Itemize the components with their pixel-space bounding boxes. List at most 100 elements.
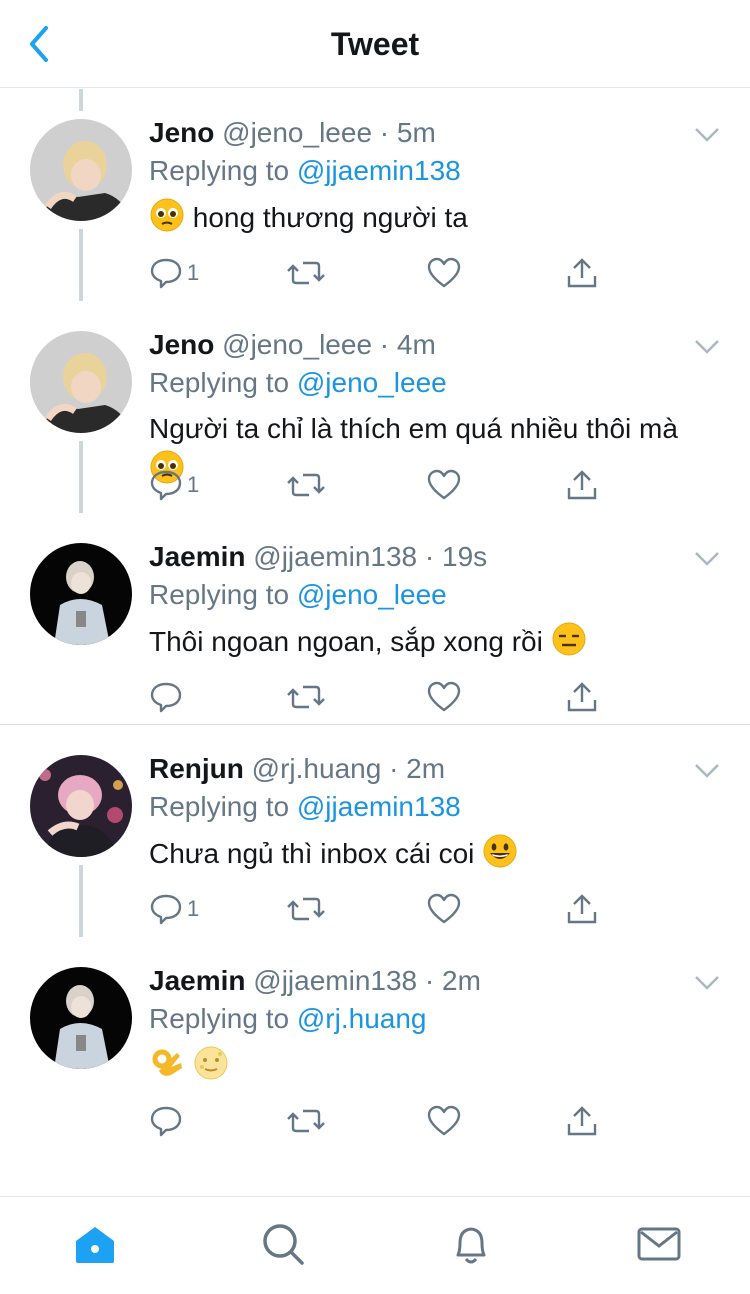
reply-button[interactable]: [149, 679, 187, 715]
tweet-item[interactable]: Jaemin @jjaemin138 · 2m Replying to @rj.…: [0, 937, 750, 1149]
replying-to-link[interactable]: @jjaemin138: [297, 155, 461, 186]
thread-line: [79, 865, 83, 937]
replying-to: Replying to @jeno_leee: [149, 367, 447, 398]
tweet-content: Renjun @rj.huang · 2m Replying to @jjaem…: [149, 751, 720, 874]
tweet-item[interactable]: Jaemin @jjaemin138 · 19s Replying to @je…: [0, 513, 750, 725]
share-button[interactable]: [565, 1103, 599, 1139]
reply-button[interactable]: 1: [149, 255, 199, 291]
replying-to-link[interactable]: @jeno_leee: [297, 367, 447, 398]
share-icon: [567, 682, 597, 712]
thread-line: [79, 441, 83, 513]
chevron-down-icon[interactable]: [694, 551, 720, 567]
tweet-text: hong thương người ta: [149, 197, 720, 238]
thread-line: [79, 229, 83, 301]
tweet-time[interactable]: 2m: [442, 965, 481, 996]
reply-icon: [150, 258, 182, 289]
author-name[interactable]: Jaemin: [149, 965, 246, 996]
tweet-time[interactable]: 5m: [397, 117, 436, 148]
tweet-item[interactable]: Jeno @jeno_leee · 4m Replying to @jeno_l…: [0, 301, 750, 513]
tweet-actions: 1: [149, 255, 619, 295]
like-icon: [427, 681, 461, 712]
share-button[interactable]: [565, 467, 599, 503]
tweet-time[interactable]: 2m: [406, 753, 445, 784]
reply-button[interactable]: 1: [149, 467, 199, 503]
share-button[interactable]: [565, 255, 599, 291]
home-icon: [76, 1227, 114, 1263]
retweet-icon: [287, 1109, 325, 1133]
tweet-time[interactable]: 4m: [397, 329, 436, 360]
tab-notifications[interactable]: [446, 1219, 496, 1269]
author-handle[interactable]: @jjaemin138: [253, 965, 417, 996]
tweet-item[interactable]: Jeno @jeno_leee · 5m Replying to @jjaemi…: [0, 89, 750, 301]
replying-to-link[interactable]: @jjaemin138: [297, 791, 461, 822]
author-name[interactable]: Jaemin: [149, 541, 246, 572]
retweet-button[interactable]: [287, 255, 325, 291]
retweet-button[interactable]: [287, 891, 325, 927]
share-button[interactable]: [565, 891, 599, 927]
avatar-jeno[interactable]: [30, 119, 132, 221]
share-icon: [567, 894, 597, 924]
avatar-renjun[interactable]: [30, 755, 132, 857]
like-button[interactable]: [427, 679, 461, 715]
tweet-content: Jaemin @jjaemin138 · 2m Replying to @rj.…: [149, 963, 720, 1086]
tweet-content: Jaemin @jjaemin138 · 19s Replying to @je…: [149, 539, 720, 662]
share-button[interactable]: [565, 679, 599, 715]
tweet-text: Chưa ngủ thì inbox cái coi: [149, 833, 720, 874]
thread-line: [79, 89, 83, 111]
like-button[interactable]: [427, 1103, 461, 1139]
ok-hand-icon: [152, 1049, 182, 1076]
retweet-button[interactable]: [287, 679, 325, 715]
tab-messages[interactable]: [634, 1219, 684, 1269]
reply-count: 1: [187, 260, 200, 285]
tweet-actions: 1: [149, 467, 619, 507]
tweet-time[interactable]: 19s: [442, 541, 487, 572]
tweet-item[interactable]: Renjun @rj.huang · 2m Replying to @jjaem…: [0, 725, 750, 937]
reply-button[interactable]: [149, 1103, 187, 1139]
chevron-down-icon[interactable]: [694, 127, 720, 143]
tweet-actions: 1: [149, 891, 619, 931]
share-icon: [567, 1106, 597, 1136]
reply-count: 1: [187, 896, 200, 921]
author-name[interactable]: Jeno: [149, 117, 214, 148]
avatar-jeno[interactable]: [30, 331, 132, 433]
replying-to-link[interactable]: @jeno_leee: [297, 579, 447, 610]
like-icon: [427, 1105, 461, 1136]
header: Tweet: [0, 0, 750, 88]
like-button[interactable]: [427, 255, 461, 291]
reply-icon: [150, 894, 182, 925]
tweet-thread: Jeno @jeno_leee · 5m Replying to @jjaemi…: [0, 89, 750, 1149]
tweet-content: Jeno @jeno_leee · 5m Replying to @jjaemi…: [149, 115, 720, 238]
author-handle[interactable]: @jjaemin138: [253, 541, 417, 572]
replying-to: Replying to @jjaemin138: [149, 155, 461, 186]
retweet-icon: [287, 685, 325, 709]
author-handle[interactable]: @jeno_leee: [222, 117, 372, 148]
reply-button[interactable]: 1: [149, 891, 199, 927]
grinning-face-icon: [483, 834, 517, 868]
retweet-icon: [287, 261, 325, 285]
like-icon: [427, 893, 461, 924]
replying-to: Replying to @jjaemin138: [149, 791, 461, 822]
tab-home[interactable]: [70, 1219, 120, 1269]
author-handle[interactable]: @jeno_leee: [222, 329, 372, 360]
chevron-down-icon[interactable]: [694, 339, 720, 355]
chevron-down-icon[interactable]: [694, 975, 720, 991]
like-button[interactable]: [427, 891, 461, 927]
search-icon: [263, 1224, 304, 1265]
author-handle[interactable]: @rj.huang: [252, 753, 382, 784]
retweet-button[interactable]: [287, 1103, 325, 1139]
page-title: Tweet: [330, 26, 420, 62]
avatar-jaemin[interactable]: [30, 543, 132, 645]
like-icon: [427, 257, 461, 288]
author-name[interactable]: Renjun: [149, 753, 244, 784]
tab-search[interactable]: [258, 1219, 308, 1269]
chevron-down-icon[interactable]: [694, 763, 720, 779]
retweet-button[interactable]: [287, 467, 325, 503]
reply-icon: [150, 1106, 182, 1137]
pleading-face-icon: [150, 198, 184, 232]
author-name[interactable]: Jeno: [149, 329, 214, 360]
avatar-jaemin[interactable]: [30, 967, 132, 1069]
notifications-icon: [456, 1227, 486, 1264]
like-button[interactable]: [427, 467, 461, 503]
expressionless-face-icon: [552, 622, 586, 656]
replying-to-link[interactable]: @rj.huang: [297, 1003, 427, 1034]
